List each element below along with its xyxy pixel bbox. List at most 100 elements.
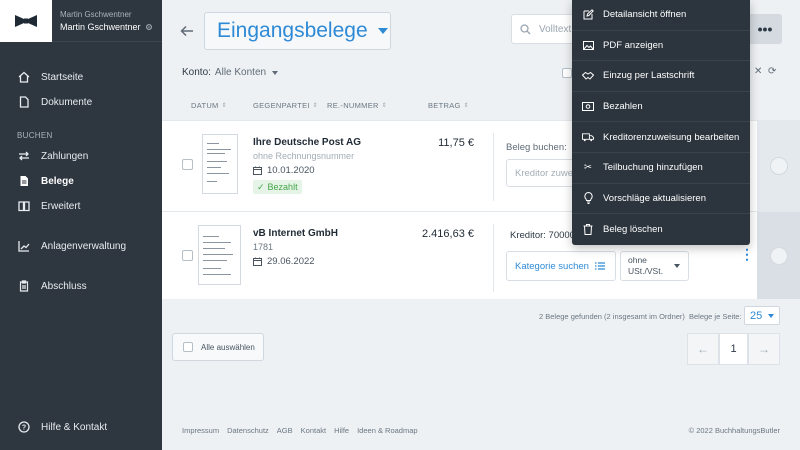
row-select-circle[interactable] xyxy=(770,157,788,175)
refresh-icon[interactable]: ⟳ xyxy=(768,66,776,77)
menu-item-vorschlaege[interactable]: Vorschläge aktualisieren xyxy=(572,184,750,215)
sidebar-item-dokumente[interactable]: Dokumente xyxy=(17,95,92,109)
booking-label: Beleg buchen: xyxy=(506,142,567,153)
vat-select[interactable]: ohne USt./VSt. xyxy=(620,251,689,281)
sidebar-item-label: Erweitert xyxy=(41,200,81,212)
category-search-button[interactable]: Kategorie suchen xyxy=(506,251,616,281)
sidebar-item-erweitert[interactable]: Erweitert xyxy=(17,199,80,213)
more-actions-button[interactable]: ••• xyxy=(748,14,782,44)
sidebar-item-abschluss[interactable]: Abschluss xyxy=(17,279,87,293)
sidebar-item-startseite[interactable]: Startseite xyxy=(17,70,83,84)
sort-icon: ⇕ xyxy=(463,103,469,109)
calendar-icon xyxy=(253,166,262,175)
row-kebab-menu-icon[interactable]: ⋮ xyxy=(740,247,754,261)
status-label: Bezahlt xyxy=(267,182,298,192)
amount: 11,75 € xyxy=(438,137,474,149)
column-header-re-nummer[interactable]: RE.-NUMMER ⇕ xyxy=(327,101,387,110)
chart-icon xyxy=(17,239,31,253)
folder-title-dropdown[interactable]: Eingangsbelege xyxy=(204,12,391,50)
gear-icon[interactable] xyxy=(145,23,153,31)
footer-link-kontakt[interactable]: Kontakt xyxy=(301,426,326,435)
footer-link-hilfe[interactable]: Hilfe xyxy=(334,426,349,435)
search-placeholder: Volltext xyxy=(539,23,572,35)
menu-item-label: Detailansicht öffnen xyxy=(603,9,687,21)
logo[interactable] xyxy=(0,0,52,42)
sidebar-item-label: Dokumente xyxy=(41,96,93,108)
row-select-circle[interactable] xyxy=(770,247,788,265)
sidebar-item-anlagenverwaltung[interactable]: Anlagenverwaltung xyxy=(17,239,126,253)
footer-links: Impressum Datenschutz AGB Kontakt Hilfe … xyxy=(182,426,418,435)
page-number[interactable]: 1 xyxy=(719,333,748,365)
svg-text:?: ? xyxy=(22,425,26,432)
caret-down-icon xyxy=(674,264,680,268)
sidebar-item-label: Anlagenverwaltung xyxy=(41,240,127,252)
back-arrow-icon[interactable] xyxy=(180,24,194,42)
date-row: 10.01.2020 xyxy=(253,165,315,176)
search-input[interactable]: Volltext xyxy=(511,14,581,44)
menu-item-beleg-loeschen[interactable]: Beleg löschen xyxy=(572,214,750,245)
per-page-select[interactable]: 25 xyxy=(744,306,780,325)
footer-link-agb[interactable]: AGB xyxy=(277,426,293,435)
section-label-buchen: BUCHEN xyxy=(17,131,53,140)
sidebar-item-belege[interactable]: Belege xyxy=(17,174,74,188)
counterparty: Ihre Deutsche Post AG xyxy=(253,137,361,148)
menu-item-teilbuchung[interactable]: ✂ Teilbuchung hinzufügen xyxy=(572,153,750,184)
menu-item-pdf-anzeigen[interactable]: PDF anzeigen xyxy=(572,31,750,62)
handshake-icon xyxy=(582,70,594,82)
user-label: Martin Gschwentner xyxy=(60,9,132,19)
select-all-label: Alle auswählen xyxy=(201,342,255,352)
menu-item-label: Bezahlen xyxy=(603,101,643,113)
footer-link-datenschutz[interactable]: Datenschutz xyxy=(227,426,269,435)
column-label: RE.-NUMMER xyxy=(327,101,379,110)
user-box[interactable]: Martin Gschwentner Martin Gschwentner xyxy=(52,10,153,32)
select-all-checkbox xyxy=(183,342,193,352)
truck-icon xyxy=(582,131,594,143)
footer-link-impressum[interactable]: Impressum xyxy=(182,426,219,435)
user-name: Martin Gschwentner xyxy=(60,21,141,32)
document-thumbnail[interactable] xyxy=(198,225,241,285)
edit-icon xyxy=(582,9,594,21)
menu-item-detailansicht[interactable]: Detailansicht öffnen xyxy=(572,0,750,31)
counterparty: vB Internet GmbH xyxy=(253,228,339,239)
column-header-betrag[interactable]: BETRAG ⇕ xyxy=(428,101,469,110)
sidebar: Martin Gschwentner Martin Gschwentner St… xyxy=(0,0,162,450)
next-page-button[interactable]: → xyxy=(748,333,780,365)
document-thumbnail[interactable] xyxy=(202,134,238,194)
select-all-button[interactable]: Alle auswählen xyxy=(172,333,264,361)
document-icon xyxy=(17,95,31,109)
menu-item-label: Teilbuchung hinzufügen xyxy=(603,162,703,174)
menu-item-label: Einzug per Lastschrift xyxy=(603,70,695,82)
book-icon xyxy=(17,199,31,213)
column-header-datum[interactable]: DATUM ⇕ xyxy=(191,101,227,110)
check-icon: ✓ xyxy=(257,181,265,192)
caret-down-icon xyxy=(377,28,388,34)
konto-value: Alle Konten xyxy=(214,67,267,78)
column-label: BETRAG xyxy=(428,101,461,110)
sidebar-item-label: Startseite xyxy=(41,71,84,83)
per-page-label: Belege je Seite: xyxy=(689,312,742,321)
prev-page-button[interactable]: ← xyxy=(687,333,719,365)
menu-item-kreditorenzuweisung[interactable]: Kreditorenzuweisung bearbeiten xyxy=(572,122,750,153)
trash-icon xyxy=(582,223,594,235)
row-checkbox[interactable] xyxy=(182,250,193,261)
sidebar-item-help[interactable]: ? Hilfe & Kontakt xyxy=(17,420,107,434)
menu-item-lastschrift[interactable]: Einzug per Lastschrift xyxy=(572,61,750,92)
footer-link-roadmap[interactable]: Ideen & Roadmap xyxy=(357,426,417,435)
list-icon xyxy=(595,262,605,270)
filter-checkbox[interactable] xyxy=(562,68,572,78)
scissors-icon: ✂ xyxy=(584,162,592,174)
results-count: 2 Belege gefunden (2 insgesamt im Ordner… xyxy=(539,312,685,321)
caret-down-icon xyxy=(272,70,279,75)
clear-filter-icon[interactable]: ✕ xyxy=(754,66,762,77)
sidebar-item-label: Abschluss xyxy=(41,280,87,292)
kreditor-placeholder: Kreditor zuwe xyxy=(515,167,574,179)
sort-icon: ⇕ xyxy=(381,103,388,109)
kreditor-value: Kreditor: 70000 xyxy=(510,230,575,241)
konto-filter[interactable]: Konto: Alle Konten xyxy=(182,67,279,78)
row-checkbox[interactable] xyxy=(182,159,193,170)
arrow-right-icon: → xyxy=(758,342,770,356)
menu-item-bezahlen[interactable]: Bezahlen xyxy=(572,92,750,123)
search-icon xyxy=(520,23,531,34)
sidebar-item-zahlungen[interactable]: Zahlungen xyxy=(17,149,88,163)
column-header-gegenpartei[interactable]: GEGENPARTEI ⇕ xyxy=(253,101,318,110)
